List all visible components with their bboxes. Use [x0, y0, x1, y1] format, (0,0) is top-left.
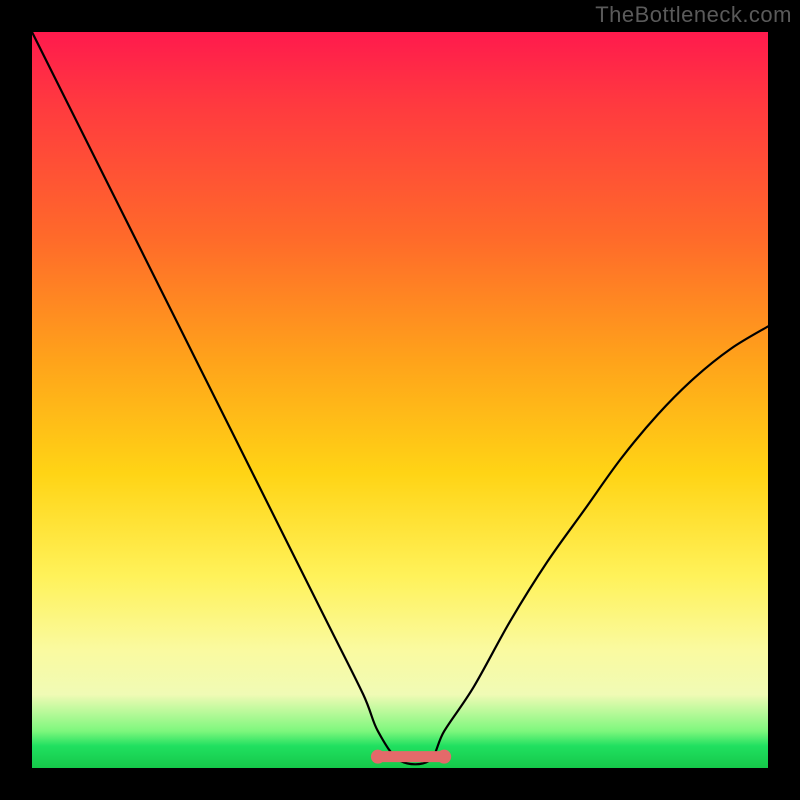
curve-layer: [32, 32, 768, 768]
optimal-range-end-dot: [437, 750, 451, 764]
plot-area: [32, 32, 768, 768]
watermark-text: TheBottleneck.com: [595, 2, 792, 28]
bottleneck-curve: [32, 32, 768, 764]
optimal-range-start-dot: [371, 750, 385, 764]
chart-frame: TheBottleneck.com: [0, 0, 800, 800]
